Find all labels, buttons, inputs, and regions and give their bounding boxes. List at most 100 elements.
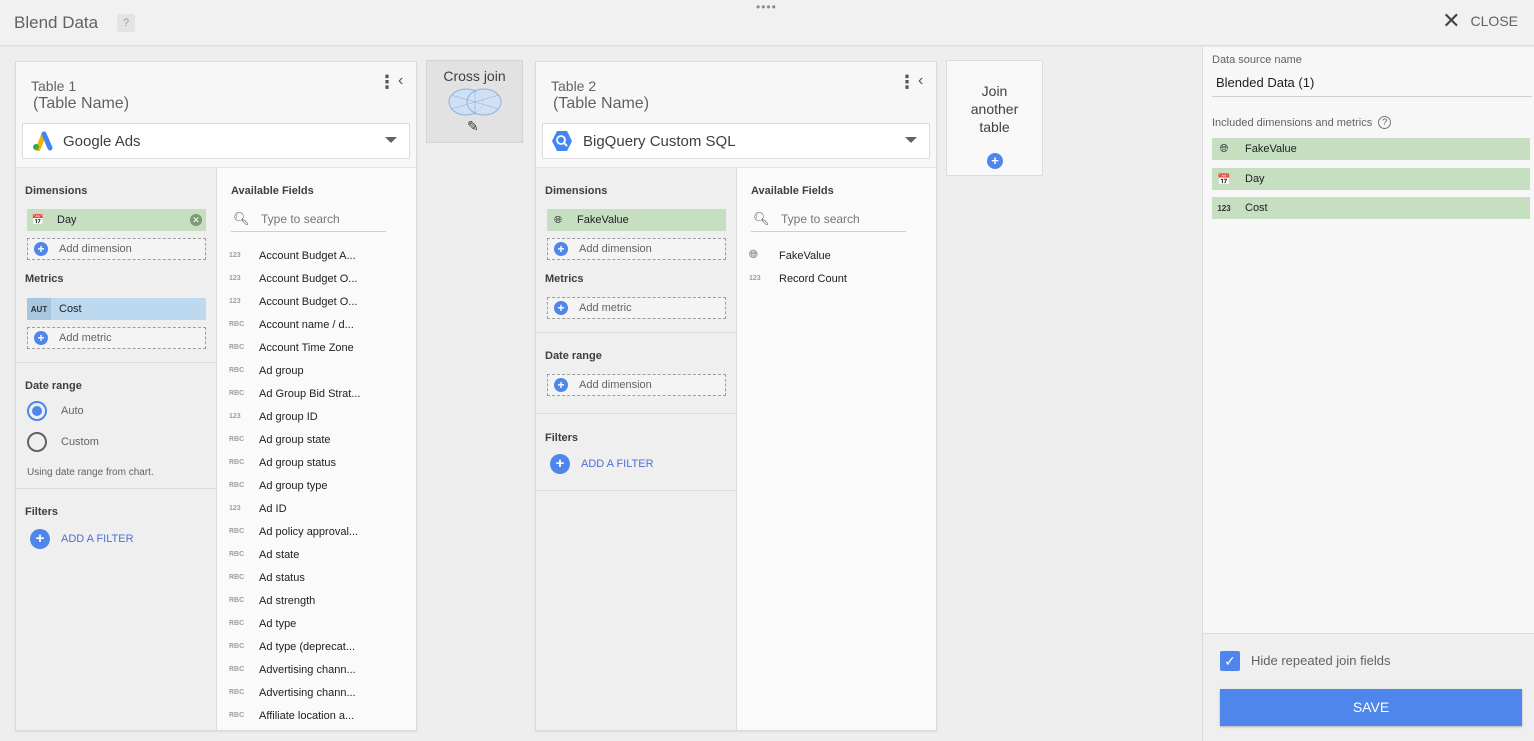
- number-type-icon: 123: [1217, 203, 1231, 213]
- add-filter-button[interactable]: + ADD A FILTER: [30, 529, 134, 549]
- add-dimension-button[interactable]: + Add dimension: [547, 238, 726, 260]
- field-item[interactable]: RBC Advertising chann...: [229, 658, 414, 681]
- add-date-range-dimension-button[interactable]: + Add dimension: [547, 374, 726, 396]
- aggregation-type-badge[interactable]: AUT: [27, 298, 51, 320]
- field-item[interactable]: RBC Ad group status: [229, 451, 414, 474]
- table-2-panel: Table 2 (Table Name) ⋮ ‹ BigQuery Custom…: [535, 61, 937, 731]
- field-item[interactable]: RBC Account Time Zone: [229, 336, 414, 359]
- filters-label: Filters: [25, 506, 59, 518]
- section-divider: [16, 488, 216, 489]
- field-item[interactable]: 123 Ad ID: [229, 497, 414, 520]
- dimensions-label: Dimensions: [545, 185, 608, 197]
- metric-chip-cost[interactable]: AUT Cost: [27, 298, 206, 320]
- collapse-chevron-icon[interactable]: ‹: [918, 72, 923, 90]
- dropdown-arrow-icon: [905, 137, 917, 143]
- field-name: Account Budget O...: [259, 272, 358, 285]
- add-metric-button[interactable]: + Add metric: [547, 297, 726, 319]
- field-item[interactable]: 123 Account Budget O...: [229, 290, 414, 313]
- dimensions-label: Dimensions: [25, 185, 88, 197]
- join-another-table-button[interactable]: Join another table +: [946, 60, 1043, 176]
- field-name: Ad group state: [259, 433, 331, 446]
- calendar-icon: 📅: [1217, 173, 1231, 186]
- globe-icon: 🌐︎: [749, 249, 758, 261]
- drag-handle[interactable]: ••••: [756, 0, 777, 14]
- collapse-chevron-icon[interactable]: ‹: [398, 72, 403, 90]
- edit-pencil-icon: ✎: [467, 118, 479, 134]
- add-filter-label: ADD A FILTER: [581, 458, 654, 470]
- save-button[interactable]: SAVE: [1220, 689, 1522, 726]
- field-item[interactable]: RBC Ad Group Bid Strat...: [229, 382, 414, 405]
- available-fields-label: Available Fields: [751, 185, 834, 197]
- hide-repeated-checkbox[interactable]: ✓: [1220, 651, 1240, 671]
- field-item[interactable]: RBC Ad policy approval...: [229, 520, 414, 543]
- top-bar: Blend Data ? •••• ✕ CLOSE: [0, 0, 1534, 46]
- table-2-data-source-select[interactable]: BigQuery Custom SQL: [542, 123, 930, 159]
- field-name: Ad type: [259, 617, 297, 630]
- field-item[interactable]: RBC Ad type: [229, 612, 414, 635]
- field-name: Record Count: [779, 272, 847, 285]
- text-type-icon: RBC: [229, 551, 245, 558]
- radio-unselected-icon: [27, 432, 47, 452]
- plus-icon: +: [554, 301, 568, 315]
- dimension-chip-fakevalue[interactable]: 🌐︎ FakeValue: [547, 209, 726, 231]
- field-item[interactable]: RBC Ad strength: [229, 589, 414, 612]
- join-config-button[interactable]: Cross join ✎: [426, 60, 523, 143]
- section-divider: [536, 490, 736, 491]
- table-2-name[interactable]: (Table Name): [553, 95, 649, 113]
- date-range-custom-radio[interactable]: Custom: [27, 432, 99, 452]
- table-1-data-source-select[interactable]: Google Ads: [22, 123, 410, 159]
- field-search-input[interactable]: 🔍︎ Type to search: [231, 206, 386, 232]
- included-field-fakevalue: 🌐︎ FakeValue: [1212, 138, 1530, 160]
- field-name: Affiliate location a...: [259, 709, 355, 722]
- text-type-icon: RBC: [229, 597, 245, 604]
- field-item[interactable]: RBC Ad group: [229, 359, 414, 382]
- table-1-name[interactable]: (Table Name): [33, 95, 129, 113]
- close-button[interactable]: ✕ CLOSE: [1442, 10, 1518, 32]
- field-item[interactable]: RBC Ad group state: [229, 428, 414, 451]
- field-name: Advertising chann...: [259, 686, 356, 699]
- add-metric-button[interactable]: + Add metric: [27, 327, 206, 349]
- field-item[interactable]: RBC Ad state: [229, 543, 414, 566]
- plus-icon: +: [34, 242, 48, 256]
- included-field-day: 📅 Day: [1212, 168, 1530, 190]
- add-filter-button[interactable]: + ADD A FILTER: [550, 454, 654, 474]
- table-2-header: Table 2 (Table Name) ⋮ ‹ BigQuery Custom…: [536, 62, 936, 167]
- search-icon: 🔍︎: [233, 210, 250, 226]
- field-item[interactable]: 123 Account Budget O...: [229, 267, 414, 290]
- number-type-icon: 123: [229, 252, 241, 259]
- dimension-chip-day[interactable]: 📅 Day ✕: [27, 209, 206, 231]
- remove-icon[interactable]: ✕: [190, 214, 202, 226]
- field-item[interactable]: RBC Ad group type: [229, 474, 414, 497]
- text-type-icon: RBC: [229, 436, 245, 443]
- help-icon[interactable]: ?: [117, 14, 135, 32]
- dialog-title: Blend Data: [14, 13, 99, 32]
- field-item[interactable]: 123 Ad group ID: [229, 405, 414, 428]
- more-vert-icon[interactable]: ⋮: [898, 72, 916, 93]
- field-item[interactable]: RBC Ad type (deprecat...: [229, 635, 414, 658]
- radio-selected-icon: [27, 401, 47, 421]
- field-item[interactable]: RBC Ad status: [229, 566, 414, 589]
- more-vert-icon[interactable]: ⋮: [378, 72, 396, 93]
- field-name: Account Budget O...: [259, 295, 358, 308]
- date-range-auto-radio[interactable]: Auto: [27, 401, 84, 421]
- field-item[interactable]: RBC Account name / d...: [229, 313, 414, 336]
- plus-icon: +: [554, 378, 568, 392]
- add-dimension-label: Add dimension: [579, 243, 652, 255]
- table-2-config-column: Dimensions 🌐︎ FakeValue + Add dimension …: [536, 168, 737, 730]
- table-2-available-fields: Available Fields 🔍︎ Type to search 🌐︎ Fak…: [737, 168, 936, 730]
- field-item[interactable]: 123 Account Budget A...: [229, 244, 414, 267]
- help-icon[interactable]: ?: [1378, 116, 1392, 129]
- field-item[interactable]: RBC Advertising chann...: [229, 681, 414, 704]
- field-name: FakeValue: [779, 249, 831, 262]
- add-dimension-button[interactable]: + Add dimension: [27, 238, 206, 260]
- field-item[interactable]: RBC Affiliate location a...: [229, 704, 414, 727]
- date-range-hint: Using date range from chart.: [27, 467, 154, 478]
- data-source-name-input[interactable]: Blended Data (1): [1212, 69, 1532, 97]
- field-item[interactable]: 🌐︎ FakeValue: [749, 244, 934, 267]
- field-name: Advertising chann...: [259, 663, 356, 676]
- field-name: Ad group type: [259, 479, 328, 492]
- field-search-input[interactable]: 🔍︎ Type to search: [751, 206, 906, 232]
- venn-diagram-icon: [448, 88, 502, 116]
- text-type-icon: RBC: [229, 666, 245, 673]
- field-item[interactable]: 123 Record Count: [749, 267, 934, 290]
